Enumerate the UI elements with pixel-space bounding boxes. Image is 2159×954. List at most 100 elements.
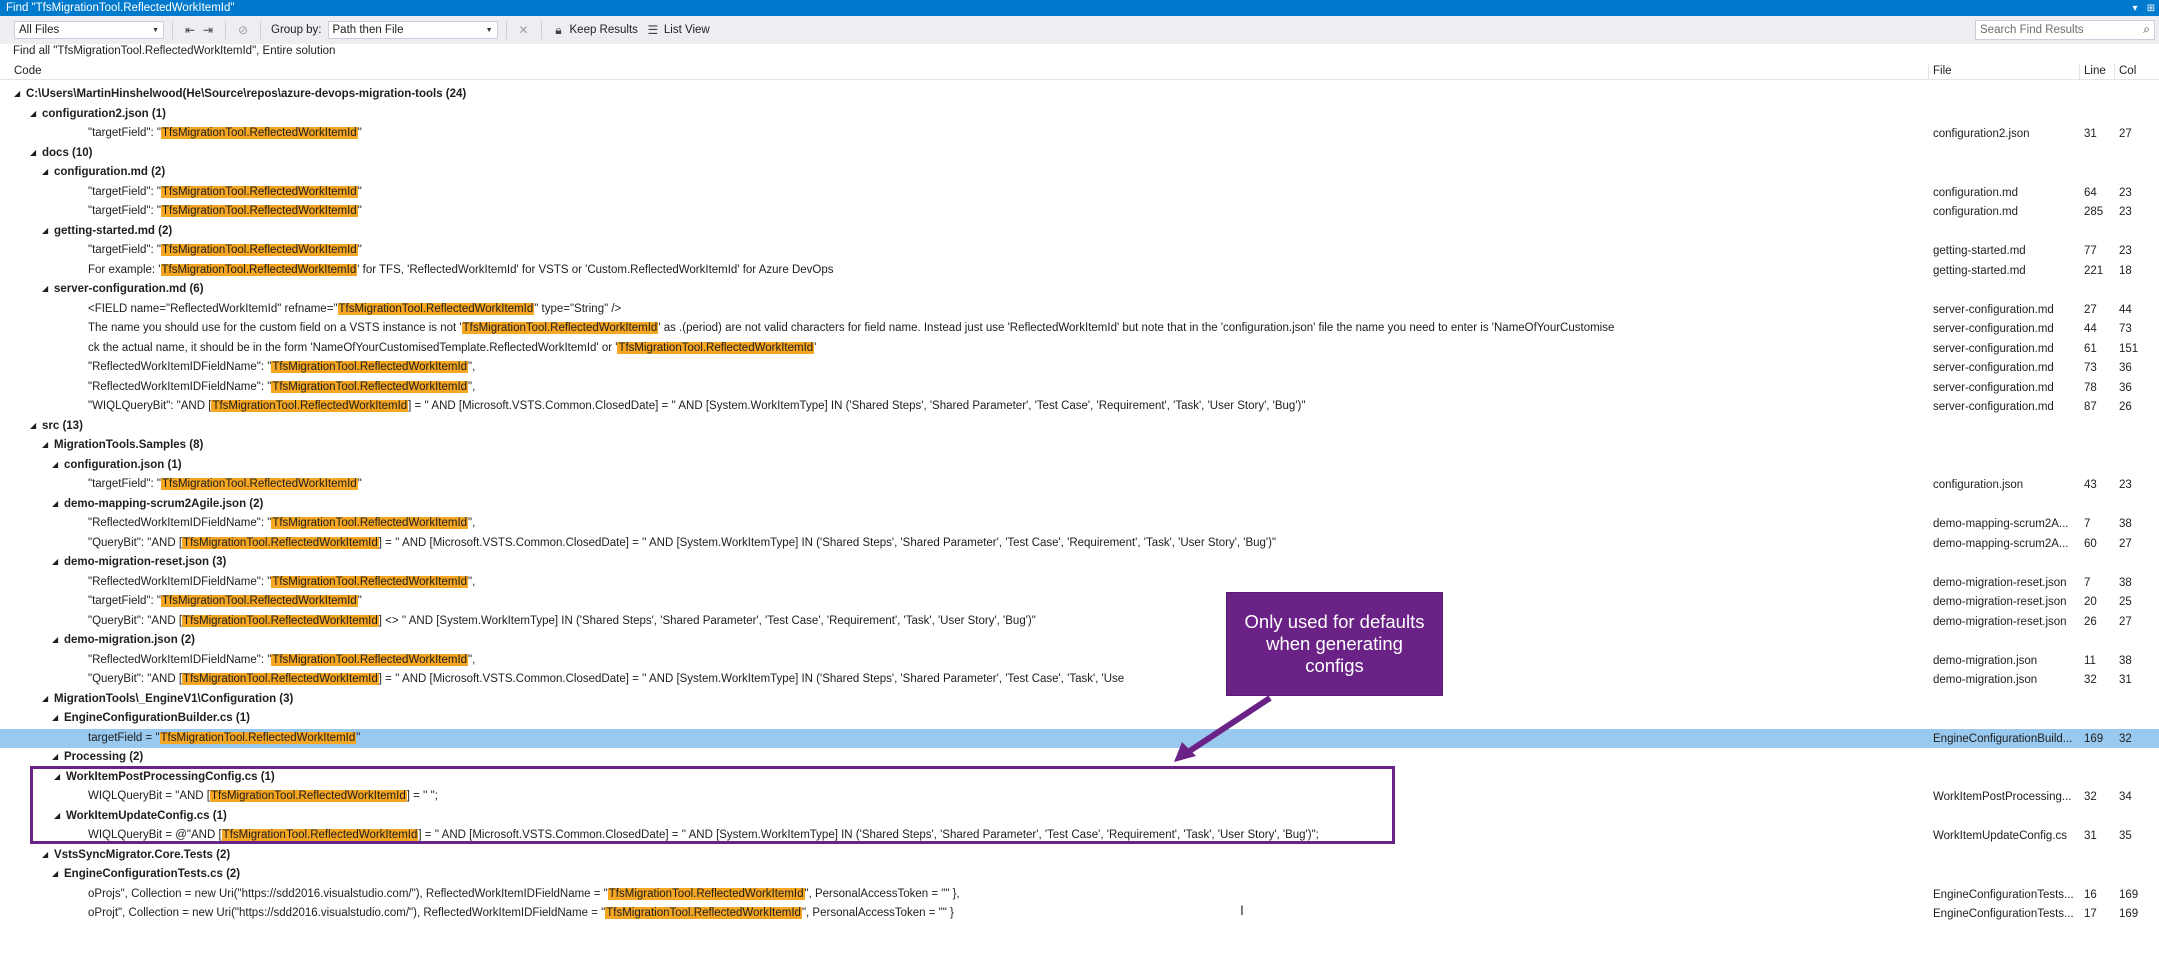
- next-result-icon[interactable]: ⇥: [199, 21, 217, 39]
- tree-group-row[interactable]: ◢ demo-mapping-scrum2Agile.json (2): [0, 495, 2159, 515]
- result-row[interactable]: "targetField": "TfsMigrationTool.Reflect…: [0, 202, 2159, 222]
- result-row[interactable]: "targetField": "TfsMigrationTool.Reflect…: [0, 241, 2159, 261]
- result-line: 169: [2084, 732, 2104, 745]
- code-suffix: ",: [468, 653, 476, 666]
- tree-group-row[interactable]: ◢ demo-migration-reset.json (3): [0, 553, 2159, 573]
- result-line: 32: [2084, 674, 2097, 686]
- column-header-file[interactable]: File: [1933, 65, 1952, 77]
- match-highlight: TfsMigrationTool.ReflectedWorkItemId: [182, 536, 379, 549]
- lock-icon[interactable]: 🔒︎: [550, 21, 568, 39]
- expand-collapse-icon[interactable]: ◢: [30, 109, 40, 118]
- tree-group-row[interactable]: ◢ src (13): [0, 417, 2159, 437]
- keep-results-button[interactable]: Keep Results: [570, 24, 638, 36]
- result-row[interactable]: oProjt", Collection = new Uri("https://s…: [0, 904, 2159, 924]
- result-row[interactable]: ck the actual name, it should be in the …: [0, 339, 2159, 359]
- tree-group-row[interactable]: ◢ configuration2.json (1): [0, 105, 2159, 125]
- column-header-line[interactable]: Line: [2084, 65, 2106, 77]
- expand-collapse-icon[interactable]: ◢: [14, 89, 24, 98]
- result-file: WorkItemUpdateConfig.cs: [1933, 830, 2068, 842]
- result-row[interactable]: "QueryBit": "AND [TfsMigrationTool.Refle…: [0, 670, 2159, 690]
- expand-collapse-icon[interactable]: ◢: [30, 148, 40, 157]
- tree-group-row[interactable]: ◢ MigrationTools.Samples (8): [0, 436, 2159, 456]
- column-divider[interactable]: [2079, 64, 2080, 80]
- expand-collapse-icon[interactable]: ◢: [52, 499, 62, 508]
- expand-collapse-icon[interactable]: ◢: [52, 460, 62, 469]
- result-row[interactable]: "ReflectedWorkItemIDFieldName": "TfsMigr…: [0, 358, 2159, 378]
- result-file: server-configuration.md: [1933, 323, 2054, 335]
- tree-group-row[interactable]: ◢ server-configuration.md (6): [0, 280, 2159, 300]
- list-view-button[interactable]: List View: [664, 24, 710, 36]
- group-label: C:\Users\MartinHinshelwood(He\Source\rep…: [26, 88, 467, 100]
- result-row[interactable]: "targetField": "TfsMigrationTool.Reflect…: [0, 475, 2159, 495]
- expand-collapse-icon[interactable]: ◢: [42, 167, 52, 176]
- result-code: For example: 'TfsMigrationTool.Reflected…: [88, 263, 834, 276]
- result-row[interactable]: <FIELD name="ReflectedWorkItemId" refnam…: [0, 300, 2159, 320]
- tree-group-row[interactable]: ◢ EngineConfigurationBuilder.cs (1): [0, 709, 2159, 729]
- code-suffix: ': [814, 341, 817, 354]
- tree-group-row[interactable]: ◢ Processing (2): [0, 748, 2159, 768]
- expand-collapse-icon[interactable]: ◢: [52, 713, 62, 722]
- result-row[interactable]: "targetField": "TfsMigrationTool.Reflect…: [0, 183, 2159, 203]
- result-code: "ReflectedWorkItemIDFieldName": "TfsMigr…: [88, 575, 475, 588]
- column-divider[interactable]: [1928, 64, 1929, 80]
- column-header-col[interactable]: Col: [2119, 65, 2136, 77]
- expand-collapse-icon[interactable]: ◢: [30, 421, 40, 430]
- code-prefix: "targetField": ": [88, 205, 161, 217]
- tree-group-row[interactable]: ◢ docs (10): [0, 144, 2159, 164]
- search-icon[interactable]: ⌕: [2143, 22, 2150, 37]
- result-row[interactable]: "targetField": "TfsMigrationTool.Reflect…: [0, 592, 2159, 612]
- search-find-results-input[interactable]: Search Find Results ⌕: [1975, 20, 2155, 40]
- code-prefix: "ReflectedWorkItemIDFieldName": ": [88, 517, 272, 529]
- expand-collapse-icon[interactable]: ◢: [42, 440, 52, 449]
- group-label: configuration.json (1): [64, 458, 182, 471]
- code-suffix: ": [357, 127, 362, 139]
- scope-dropdown[interactable]: All Files ▼: [14, 21, 164, 39]
- code-prefix: "targetField": ": [88, 127, 161, 139]
- tree-group-row[interactable]: ◢ C:\Users\MartinHinshelwood(He\Source\re…: [0, 85, 2159, 105]
- tree-group-row[interactable]: ◢ getting-started.md (2): [0, 222, 2159, 242]
- result-row[interactable]: "QueryBit": "AND [TfsMigrationTool.Refle…: [0, 534, 2159, 554]
- tree-group-row[interactable]: ◢ VstsSyncMigrator.Core.Tests (2): [0, 846, 2159, 866]
- result-row[interactable]: The name you should use for the custom f…: [0, 319, 2159, 339]
- column-header-code[interactable]: Code: [14, 65, 42, 77]
- result-row[interactable]: "ReflectedWorkItemIDFieldName": "TfsMigr…: [0, 378, 2159, 398]
- result-col: 169: [2119, 908, 2139, 920]
- result-row[interactable]: oProjs", Collection = new Uri("https://s…: [0, 885, 2159, 905]
- list-view-icon[interactable]: ☰: [644, 21, 662, 39]
- code-prefix: "QueryBit": "AND [: [88, 614, 183, 627]
- result-row[interactable]: "ReflectedWorkItemIDFieldName": "TfsMigr…: [0, 514, 2159, 534]
- expand-collapse-icon[interactable]: ◢: [52, 635, 62, 644]
- tree-group-row[interactable]: ◢ configuration.json (1): [0, 456, 2159, 476]
- pin-icon[interactable]: ⊞: [2143, 3, 2159, 14]
- result-col: 44: [2119, 303, 2132, 316]
- result-row[interactable]: "ReflectedWorkItemIDFieldName": "TfsMigr…: [0, 651, 2159, 671]
- tree-group-row[interactable]: ◢ configuration.md (2): [0, 163, 2159, 183]
- stop-search-icon[interactable]: ✕: [515, 21, 533, 39]
- group-label: demo-migration.json (2): [64, 634, 195, 646]
- previous-result-icon[interactable]: ⇤: [181, 21, 199, 39]
- window-options-icon[interactable]: ▾: [2127, 3, 2143, 14]
- result-col: 38: [2119, 576, 2132, 589]
- result-row[interactable]: "ReflectedWorkItemIDFieldName": "TfsMigr…: [0, 573, 2159, 593]
- result-row[interactable]: targetField = "TfsMigrationTool.Reflecte…: [0, 728, 2159, 748]
- tree-group-row[interactable]: ◢ demo-migration.json (2): [0, 631, 2159, 651]
- expand-collapse-icon[interactable]: ◢: [52, 752, 62, 761]
- result-row[interactable]: "targetField": "TfsMigrationTool.Reflect…: [0, 124, 2159, 144]
- group-by-dropdown[interactable]: Path then File ▼: [327, 21, 498, 39]
- tree-group-row[interactable]: ◢ EngineConfigurationTests.cs (2): [0, 865, 2159, 885]
- clear-filter-icon[interactable]: ⊘: [234, 21, 252, 39]
- expand-collapse-icon[interactable]: ◢: [52, 557, 62, 566]
- result-row[interactable]: For example: 'TfsMigrationTool.Reflected…: [0, 261, 2159, 281]
- match-highlight: TfsMigrationTool.ReflectedWorkItemId: [182, 614, 379, 627]
- code-suffix: ' for TFS, 'ReflectedWorkItemId' for VST…: [357, 263, 834, 276]
- tree-group-row[interactable]: ◢ MigrationTools\_EngineV1\Configuration …: [0, 690, 2159, 710]
- group-label: MigrationTools.Samples (8): [54, 439, 204, 451]
- expand-collapse-icon[interactable]: ◢: [52, 869, 62, 878]
- expand-collapse-icon[interactable]: ◢: [42, 850, 52, 859]
- result-row[interactable]: "QueryBit": "AND [TfsMigrationTool.Refle…: [0, 612, 2159, 632]
- column-divider[interactable]: [2114, 64, 2115, 80]
- result-row[interactable]: "WIQLQueryBit": "AND [TfsMigrationTool.R…: [0, 397, 2159, 417]
- expand-collapse-icon[interactable]: ◢: [42, 284, 52, 293]
- expand-collapse-icon[interactable]: ◢: [42, 694, 52, 703]
- expand-collapse-icon[interactable]: ◢: [42, 226, 52, 235]
